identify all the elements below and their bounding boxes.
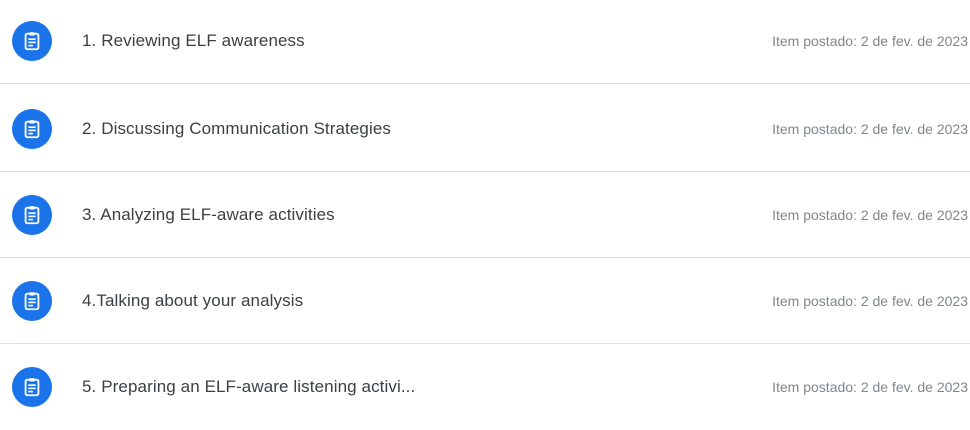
assignment-icon	[12, 280, 52, 321]
posted-date: Item postado: 2 de fev. de 2023	[772, 32, 968, 49]
list-item[interactable]: 3. Analyzing ELF-aware activities Item p…	[0, 172, 970, 258]
posted-date: Item postado: 2 de fev. de 2023	[772, 379, 968, 395]
assignment-title[interactable]: 5. Preparing an ELF-aware listening acti…	[82, 377, 415, 397]
posted-date: Item postado: 2 de fev. de 2023	[772, 292, 968, 309]
assignment-title[interactable]: 2. Discussing Communication Strategies	[82, 119, 391, 139]
list-item[interactable]: 4.Talking about your analysis Item posta…	[0, 258, 970, 344]
posted-date: Item postado: 2 de fev. de 2023	[772, 206, 968, 223]
assignment-icon	[12, 367, 52, 407]
assignment-title[interactable]: 3. Analyzing ELF-aware activities	[82, 205, 335, 225]
posted-date: Item postado: 2 de fev. de 2023	[772, 120, 968, 137]
assignment-title[interactable]: 4.Talking about your analysis	[82, 291, 303, 311]
assignment-icon	[12, 194, 52, 235]
list-item[interactable]: 5. Preparing an ELF-aware listening acti…	[0, 344, 970, 430]
assignment-icon	[12, 108, 52, 149]
classwork-list: 1. Reviewing ELF awareness Item postado:…	[0, 0, 970, 430]
assignment-title[interactable]: 1. Reviewing ELF awareness	[82, 31, 305, 51]
list-item[interactable]: 2. Discussing Communication Strategies I…	[0, 86, 970, 172]
assignment-icon	[12, 20, 52, 61]
list-item[interactable]: 1. Reviewing ELF awareness Item postado:…	[0, 0, 970, 84]
